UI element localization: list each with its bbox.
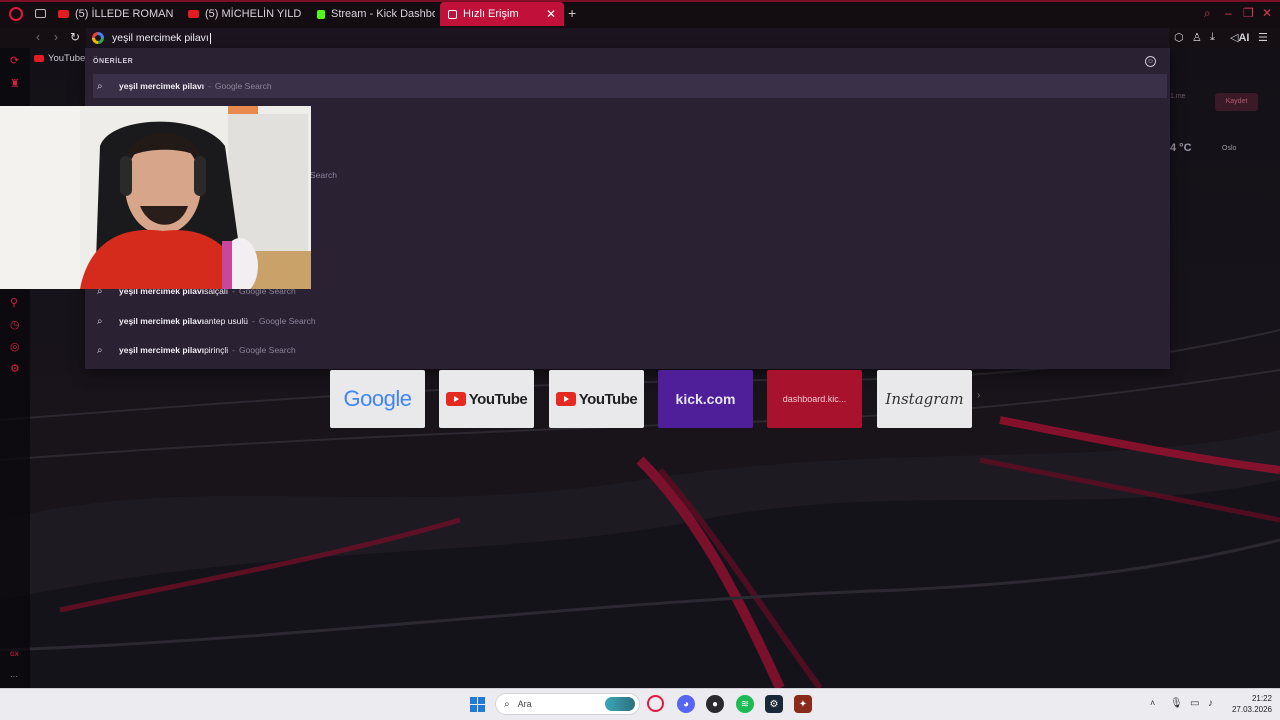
- suggestions-header: ÖNERİLER: [93, 58, 134, 65]
- kick-icon: [317, 9, 325, 19]
- tab-title: Hızlı Erişim: [463, 8, 519, 20]
- speed-dial-dashboard-kick[interactable]: dashboard.kic...: [767, 370, 862, 428]
- weather-temperature: 4 °C: [1170, 142, 1192, 154]
- google-icon: [92, 32, 104, 44]
- menu-icon[interactable]: ☰: [1258, 31, 1268, 44]
- more-icon[interactable]: ···: [10, 672, 18, 681]
- search-icon: ⌕: [97, 80, 103, 92]
- speed-dial-next-icon[interactable]: ›: [977, 390, 980, 401]
- occluded-suggestion-source: Search: [310, 170, 337, 180]
- webcam-image: [0, 106, 311, 289]
- bookmark-youtube[interactable]: YouTube: [34, 53, 85, 64]
- speed-dial-instagram[interactable]: Instagram: [877, 370, 972, 428]
- address-bar[interactable]: yeşil mercimek pilavı: [86, 28, 1169, 48]
- speed-dial-icon: [448, 9, 457, 19]
- spotify-icon[interactable]: ≋: [736, 695, 754, 713]
- back-icon[interactable]: ‹: [36, 30, 40, 44]
- tray-overflow-icon[interactable]: ˄: [1150, 698, 1155, 708]
- suggestion-item[interactable]: ⌕ yeşil mercimek pilavı antep usulü - Go…: [93, 309, 1167, 333]
- youtube-icon: [188, 10, 199, 18]
- youtube-icon: [58, 10, 69, 18]
- sidebar-gx-control-icon[interactable]: ♜: [10, 77, 20, 90]
- search-highlight-icon: [605, 697, 635, 711]
- maximize-icon[interactable]: ❐: [1243, 6, 1254, 20]
- discord-icon[interactable]: ◕: [677, 695, 695, 713]
- sidebar-history-icon[interactable]: ◷: [10, 318, 20, 331]
- opera-gx-logo-icon[interactable]: [9, 7, 23, 21]
- reload-icon[interactable]: ↻: [70, 30, 80, 44]
- tab-hizli-erisim[interactable]: Hızlı Erişim ✕: [440, 2, 564, 26]
- tab-michelin[interactable]: (5) MİCHELİN YILDIZLI SO: [188, 2, 302, 26]
- taskbar-search[interactable]: ⌕ Ara: [495, 693, 640, 715]
- youtube-icon: [555, 392, 576, 406]
- save-button[interactable]: Kaydet: [1215, 93, 1258, 111]
- windows-start-icon[interactable]: [470, 697, 485, 712]
- speed-dial-kick[interactable]: kick.com: [658, 370, 753, 428]
- close-tab-icon[interactable]: ✕: [546, 7, 556, 21]
- webcam-overlay: [0, 106, 311, 289]
- suggestion-item[interactable]: ⌕ yeşil mercimek pilavı - Google Search: [93, 74, 1167, 98]
- weather-city: Oslo: [1222, 145, 1237, 152]
- suggestion-item[interactable]: ⌕ yeşil mercimek pilavı pirinçli - Googl…: [93, 338, 1167, 362]
- profile-icon[interactable]: ♙: [1192, 31, 1202, 44]
- sidebar-reload-icon[interactable]: ⟳: [10, 54, 19, 67]
- youtube-icon: [34, 55, 44, 62]
- speed-dial-youtube-2[interactable]: YouTube: [549, 370, 644, 428]
- taskbar-clock[interactable]: 21:22 27.03.2026: [1226, 693, 1272, 715]
- tab-title: (5) MİCHELİN YILDIZLI SO: [205, 8, 302, 20]
- opera-gx-taskbar-icon[interactable]: [647, 695, 664, 712]
- speed-dial-google[interactable]: Google: [330, 370, 425, 428]
- new-tab-icon[interactable]: +: [568, 5, 576, 21]
- download-icon[interactable]: ⤓: [1210, 31, 1215, 44]
- widget-text: 1.me: [1170, 93, 1186, 100]
- gx-label: GX: [10, 652, 19, 658]
- extensions-icon[interactable]: ⬡: [1174, 31, 1184, 44]
- sidebar-settings-icon[interactable]: ⚙: [10, 362, 20, 375]
- sidebar-messenger-icon[interactable]: ◎: [10, 340, 20, 353]
- text-caret: [209, 32, 211, 44]
- volume-icon[interactable]: ♪: [1208, 698, 1213, 709]
- youtube-icon: [445, 392, 466, 406]
- tab-menu-icon[interactable]: [35, 9, 46, 18]
- search-tabs-icon[interactable]: ⌕: [1204, 6, 1211, 21]
- tab-title: Stream - Kick Dashboard: [331, 8, 435, 20]
- close-window-icon[interactable]: ✕: [1262, 6, 1272, 20]
- tab-kick-dashboard[interactable]: Stream - Kick Dashboard: [317, 2, 435, 26]
- minimize-icon[interactable]: –: [1225, 6, 1232, 20]
- steam-icon[interactable]: ⚙: [765, 695, 783, 713]
- address-input[interactable]: yeşil mercimek pilavı: [112, 32, 211, 44]
- forward-icon[interactable]: ›: [54, 30, 58, 44]
- aria-ai-button[interactable]: ◁AI: [1230, 31, 1249, 44]
- speed-dial-youtube[interactable]: YouTube: [439, 370, 534, 428]
- tab-title: (5) İLLEDE ROMAN OLSUN: [75, 8, 174, 20]
- network-icon[interactable]: ▭: [1190, 698, 1199, 709]
- tab-illede-roman[interactable]: (5) İLLEDE ROMAN OLSUN: [58, 2, 174, 26]
- emoji-icon[interactable]: ☺: [1145, 56, 1156, 67]
- search-icon: ⌕: [97, 344, 103, 356]
- microphone-icon[interactable]: 🎙: [1170, 698, 1183, 709]
- app-icon[interactable]: ●: [706, 695, 724, 713]
- windows-taskbar: [0, 688, 1280, 720]
- sidebar-pin-icon[interactable]: ⚲: [10, 296, 18, 309]
- search-icon: ⌕: [504, 698, 510, 710]
- game-icon[interactable]: ✦: [794, 695, 812, 713]
- search-icon: ⌕: [97, 315, 103, 327]
